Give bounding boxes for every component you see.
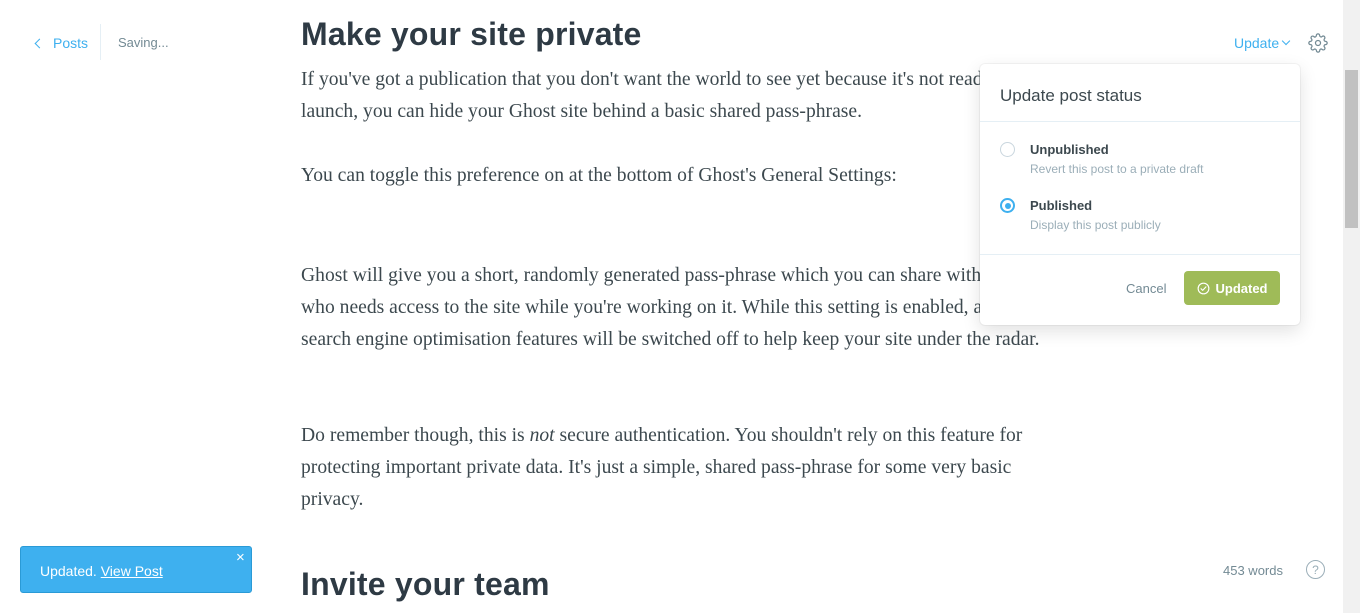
popover-divider xyxy=(980,254,1300,255)
updated-button-label: Updated xyxy=(1215,280,1268,296)
paragraph-intro: If you've got a publication that you don… xyxy=(301,69,1013,122)
option-unpublished-description: Revert this post to a private draft xyxy=(1030,162,1204,176)
close-icon[interactable]: × xyxy=(236,549,245,566)
cancel-button[interactable]: Cancel xyxy=(1126,281,1166,296)
radio-unpublished[interactable] xyxy=(1000,142,1015,157)
back-to-posts-link[interactable]: Posts xyxy=(33,33,88,53)
update-dropdown-trigger[interactable]: Update xyxy=(1234,35,1291,51)
option-published-label: Published xyxy=(1030,198,1093,213)
toast-text: Updated. View Post xyxy=(40,563,163,579)
gear-icon[interactable] xyxy=(1308,33,1328,53)
option-unpublished-label: Unpublished xyxy=(1030,142,1109,157)
scrollbar-thumb[interactable] xyxy=(1345,70,1358,228)
paragraph-warning: Do remember though, this is not secure a… xyxy=(301,420,1046,516)
chevron-left-icon xyxy=(34,38,45,48)
heading-make-site-private: Make your site private xyxy=(301,16,642,52)
toast-message: Updated. xyxy=(40,563,97,579)
update-label: Update xyxy=(1234,35,1280,51)
word-count: 453 words xyxy=(1223,563,1283,578)
warning-text-start: Do remember though, this is xyxy=(301,425,530,446)
popover-title: Update post status xyxy=(1000,86,1142,105)
paragraph-toggle: You can toggle this preference on at the… xyxy=(301,165,897,186)
radio-published[interactable] xyxy=(1000,198,1015,213)
heading-invite-team: Invite your team xyxy=(301,566,550,602)
option-published-description: Display this post publicly xyxy=(1030,218,1161,232)
help-icon[interactable]: ? xyxy=(1306,560,1325,579)
chevron-down-icon xyxy=(1281,36,1291,46)
nav-divider xyxy=(100,24,101,60)
paragraph-pass-phrase: Ghost will give you a short, randomly ge… xyxy=(301,265,1043,350)
back-link-label: Posts xyxy=(53,35,89,51)
warning-emphasis: not xyxy=(529,425,555,446)
notification-toast: Updated. View Post × xyxy=(20,546,252,593)
popover-divider xyxy=(980,121,1300,122)
save-status: Saving... xyxy=(118,35,169,50)
check-circle-icon xyxy=(1197,282,1209,294)
view-post-link[interactable]: View Post xyxy=(101,563,163,579)
updated-button[interactable]: Updated xyxy=(1184,271,1280,305)
